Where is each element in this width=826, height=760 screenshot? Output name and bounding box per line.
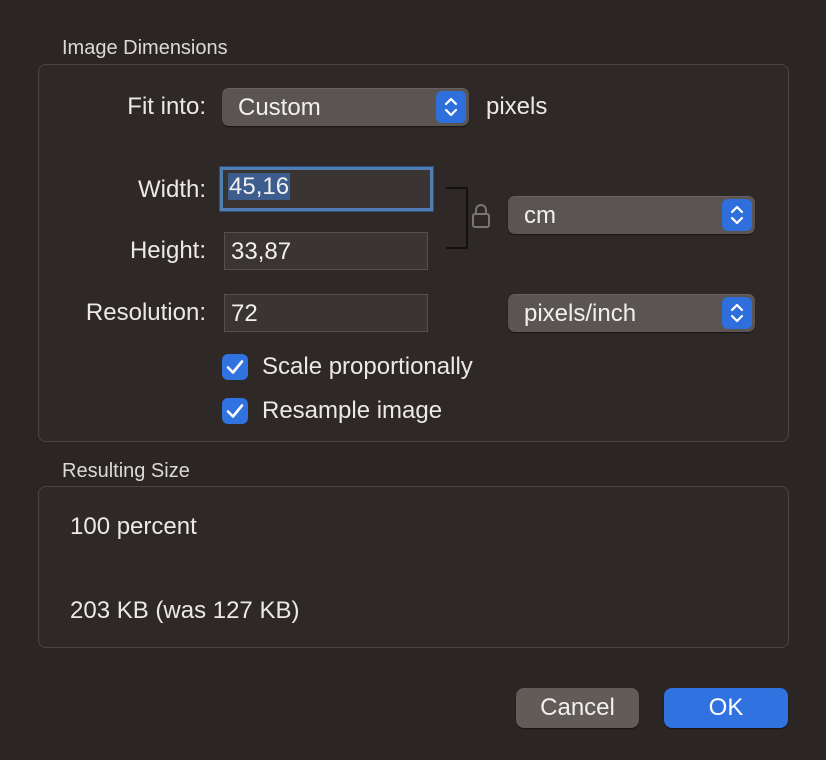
lock-icon[interactable]: [471, 203, 491, 234]
fit-into-popup[interactable]: Custom: [222, 88, 469, 126]
resample-image-label[interactable]: Resample image: [262, 397, 442, 425]
ok-button[interactable]: OK: [664, 688, 788, 728]
resample-image-checkbox[interactable]: [222, 398, 248, 424]
width-label: Width:: [137, 176, 206, 203]
section-title-resulting-size: Resulting Size: [62, 460, 190, 482]
resolution-unit-popup[interactable]: pixels/inch: [508, 294, 755, 332]
up-down-chevron-icon: [722, 199, 752, 231]
fit-into-value: Custom: [238, 94, 321, 121]
size-unit-value: cm: [524, 202, 556, 229]
resulting-percent: 100 percent: [70, 513, 197, 540]
scale-proportionally-label[interactable]: Scale proportionally: [262, 353, 473, 381]
scale-proportionally-checkbox[interactable]: [222, 354, 248, 380]
up-down-chevron-icon: [722, 297, 752, 329]
height-field[interactable]: 33,87: [224, 232, 428, 270]
height-label: Height:: [129, 237, 206, 264]
size-unit-popup[interactable]: cm: [508, 196, 755, 234]
resolution-label: Resolution:: [85, 299, 206, 326]
up-down-chevron-icon: [436, 91, 466, 123]
resulting-file-size: 203 KB (was 127 KB): [70, 597, 300, 624]
fit-into-unit-label: pixels: [486, 93, 548, 120]
width-field[interactable]: 45,16: [220, 167, 433, 211]
height-value: 33,87: [231, 238, 292, 265]
link-bracket: [446, 187, 468, 249]
section-title-image-dimensions: Image Dimensions: [62, 37, 228, 59]
checkmark-icon: [226, 404, 244, 418]
fit-into-label: Fit into:: [127, 93, 206, 120]
resolution-unit-value: pixels/inch: [524, 300, 637, 327]
resolution-field[interactable]: 72: [224, 294, 428, 332]
cancel-button[interactable]: Cancel: [516, 688, 639, 728]
width-value: 45,16: [228, 173, 291, 200]
checkmark-icon: [226, 360, 244, 374]
resolution-value: 72: [231, 300, 258, 327]
